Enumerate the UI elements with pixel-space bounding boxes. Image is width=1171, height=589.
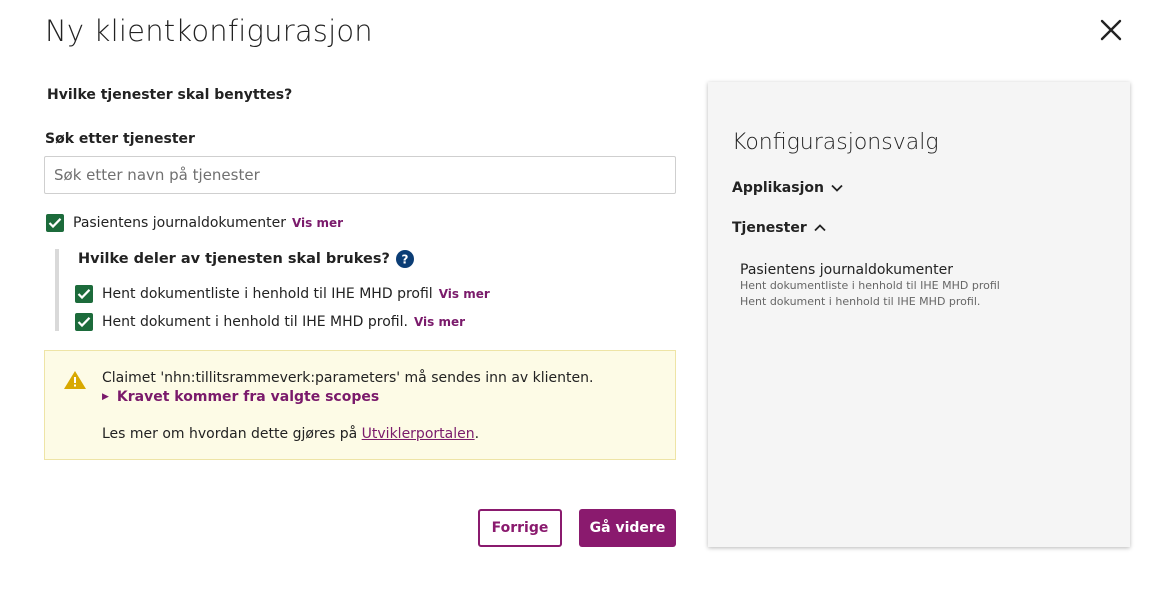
part-label: Hent dokumentliste i henhold til IHE MHD… [102,286,433,302]
read-more-suffix: . [474,426,480,442]
warning-text: Claimet 'nhn:tillitsrammeverk:parameters… [102,370,594,386]
accordion-tjenester-label: Tjenester [732,220,807,236]
part-checkbox[interactable] [75,285,93,303]
help-icon[interactable]: ? [395,250,414,268]
summary-service-part: Hent dokumentliste i henhold til IHE MHD… [740,279,1000,292]
part-vis-mer-link[interactable]: Vis mer [414,315,465,329]
accordion-tjenester[interactable]: Tjenester [732,220,826,236]
search-label: Søk etter tjenester [45,131,195,147]
warning-icon [63,370,87,394]
chevron-down-icon [831,184,843,192]
utviklerportalen-link[interactable]: Utviklerportalen [362,426,475,442]
read-more-prefix: Les mer om hvordan dette gjøres på [102,426,362,442]
chevron-up-icon [814,224,826,232]
warning-box: Claimet 'nhn:tillitsrammeverk:parameters… [44,350,676,460]
service-label: Pasientens journaldokumenter [73,215,286,231]
accordion-applikasjon[interactable]: Applikasjon [732,180,843,196]
summary-service: Pasientens journaldokumenter Hent dokume… [740,262,1000,310]
read-more-line: Les mer om hvordan dette gjøres på Utvik… [102,426,479,442]
parts-heading-text: Hvilke deler av tjenesten skal brukes? [78,251,390,267]
part-checkbox[interactable] [75,313,93,331]
scopes-expand-toggle[interactable]: ▶ Kravet kommer fra valgte scopes [102,389,379,405]
summary-title: Konfigurasjonsvalg [732,130,939,155]
scopes-toggle-label: Kravet kommer fra valgte scopes [116,389,380,405]
summary-panel: Konfigurasjonsvalg Applikasjon Tjenester… [708,82,1130,547]
part-option-dokument: Hent dokument i henhold til IHE MHD prof… [75,313,465,331]
next-button[interactable]: Gå videre [579,509,676,547]
summary-service-part: Hent dokument i henhold til IHE MHD prof… [740,295,981,308]
previous-button[interactable]: Forrige [478,509,562,547]
part-vis-mer-link[interactable]: Vis mer [439,287,490,301]
svg-text:?: ? [401,253,408,267]
triangle-right-icon: ▶ [102,392,109,402]
search-input[interactable] [44,156,676,194]
service-checkbox[interactable] [46,214,64,232]
sub-options-indent-bar [55,249,59,331]
service-vis-mer-link[interactable]: Vis mer [292,216,343,230]
dialog-title: Ny klientkonfigurasjon [45,14,373,48]
summary-service-name: Pasientens journaldokumenter [740,262,953,278]
accordion-applikasjon-label: Applikasjon [732,180,824,196]
parts-heading: Hvilke deler av tjenesten skal brukes? ? [78,250,414,268]
part-option-dokumentliste: Hent dokumentliste i henhold til IHE MHD… [75,285,490,303]
close-icon[interactable] [1096,15,1126,45]
services-question: Hvilke tjenester skal benyttes? [47,87,293,103]
part-label: Hent dokument i henhold til IHE MHD prof… [102,314,408,330]
service-option-journaldokumenter: Pasientens journaldokumenter Vis mer [46,214,343,232]
